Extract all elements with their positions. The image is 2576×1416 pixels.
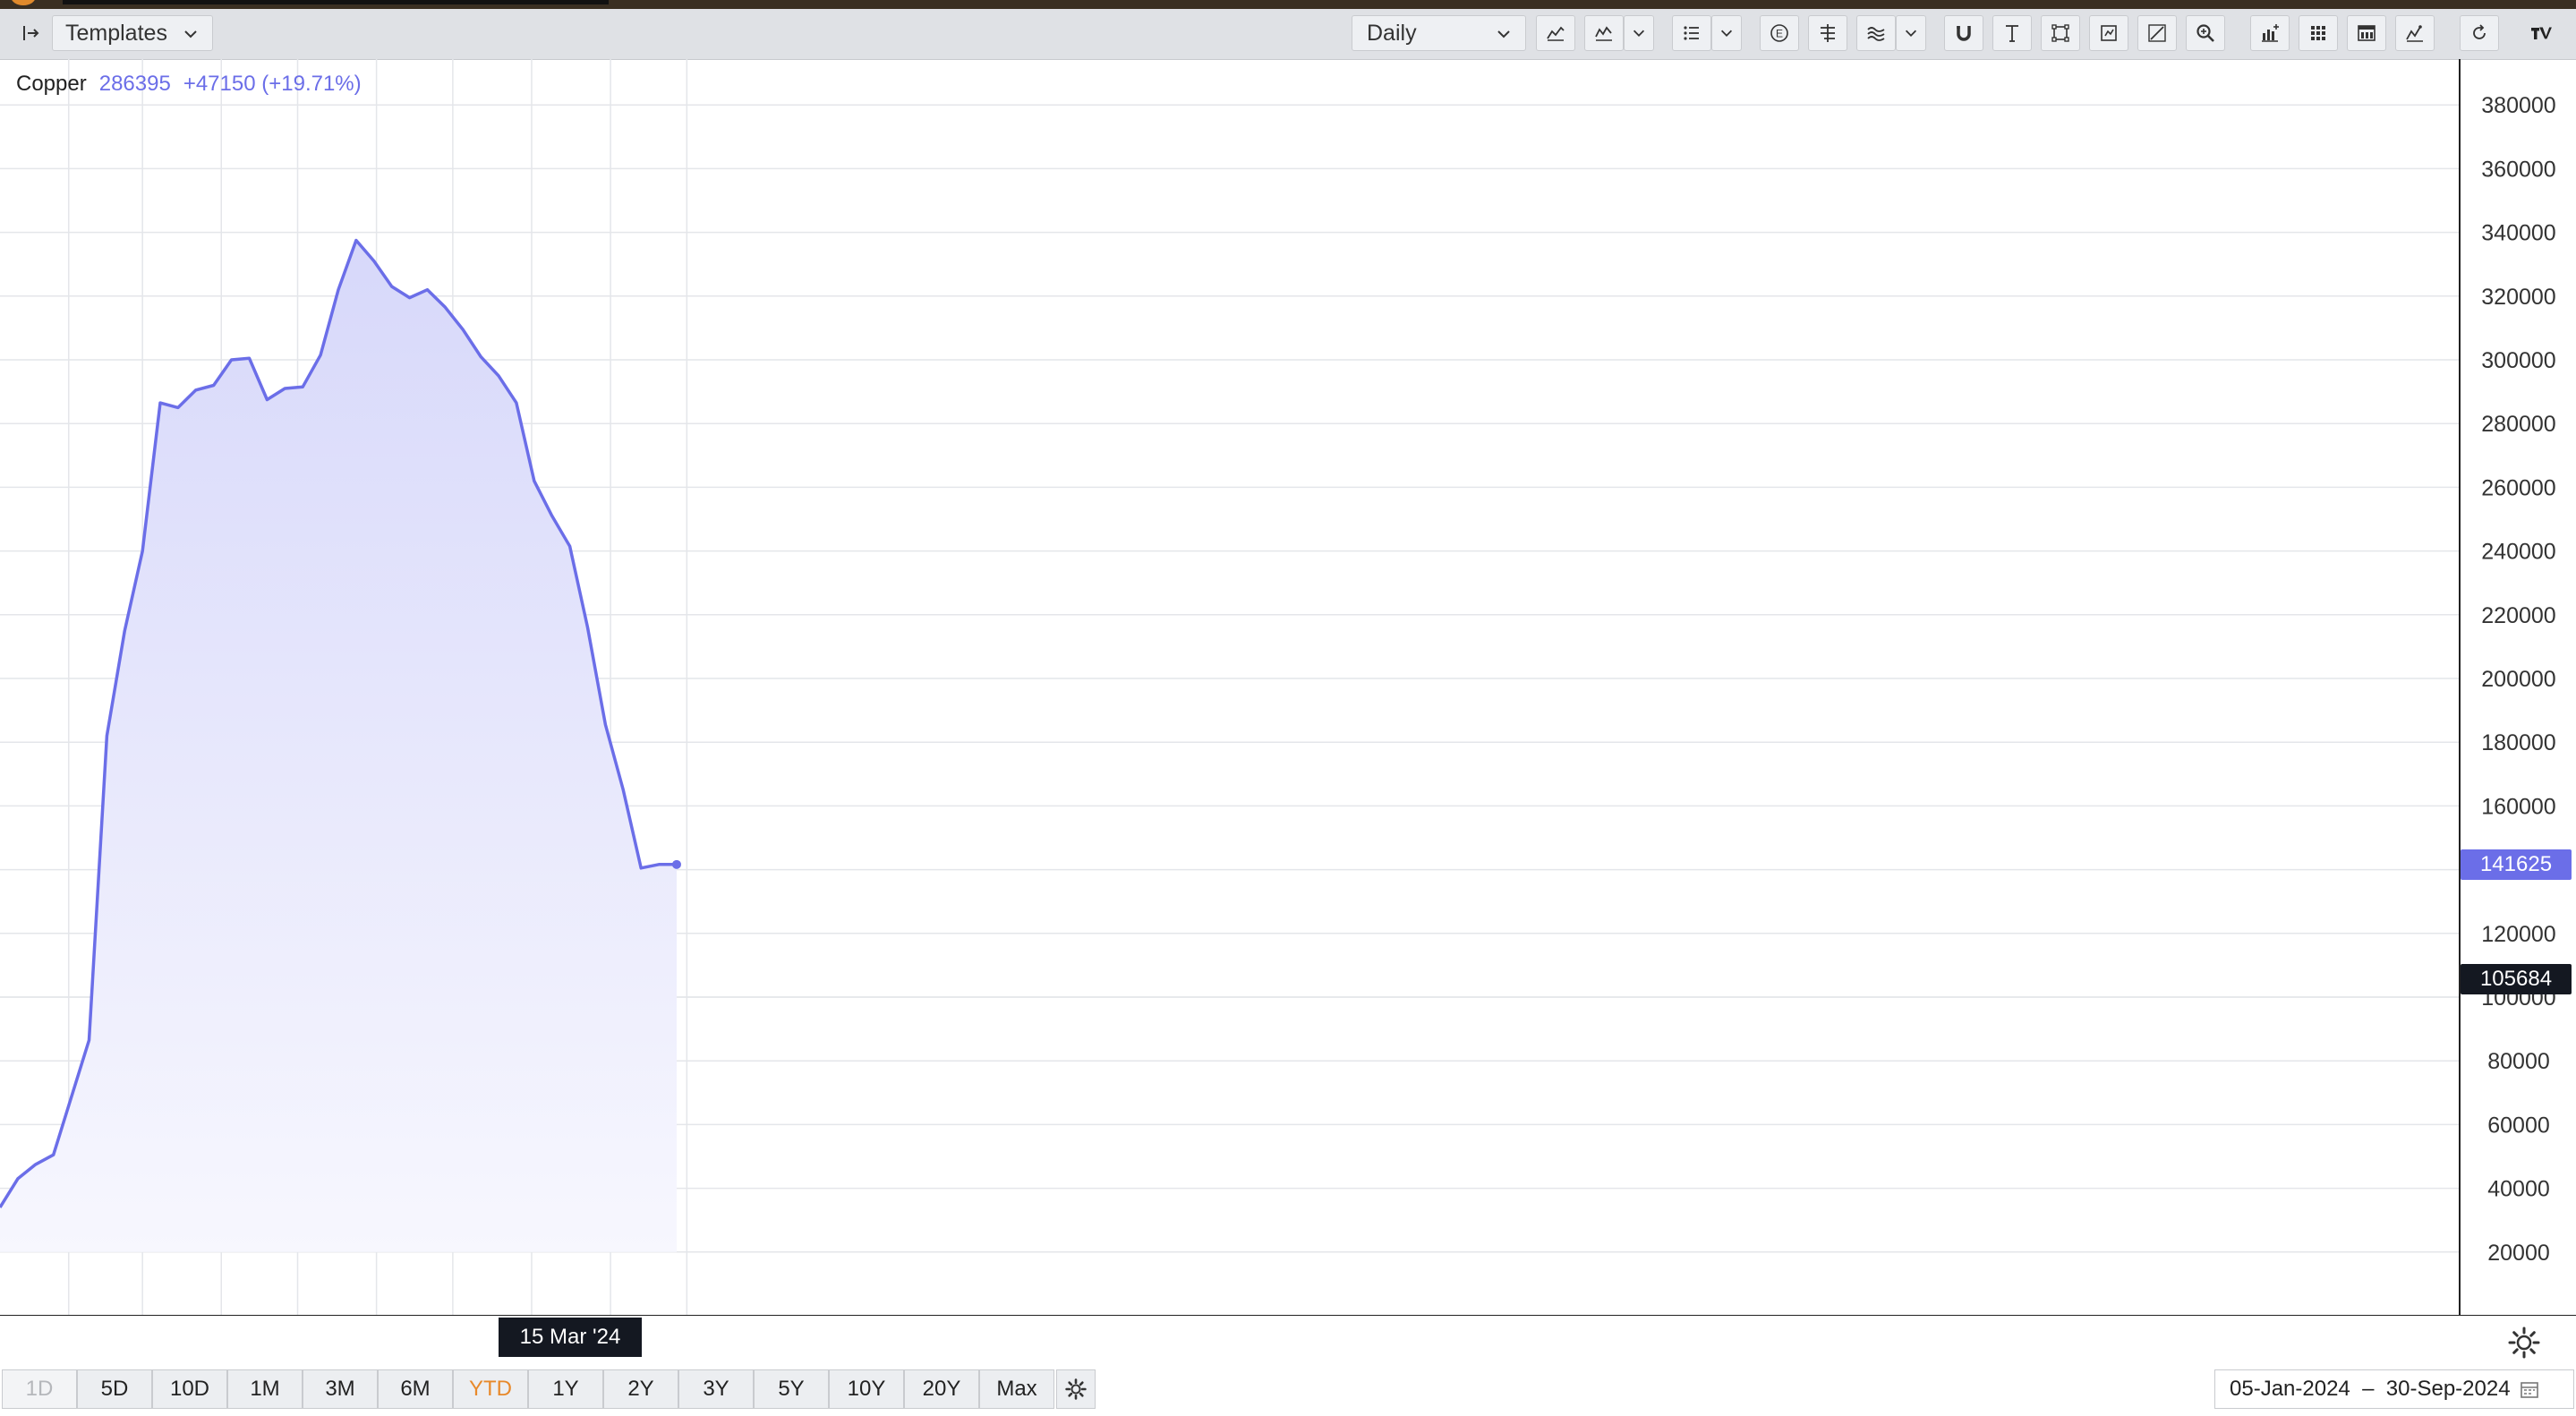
y-tick-label: 380000 [2481, 93, 2555, 118]
y-tick-label: 160000 [2481, 794, 2555, 819]
y-tick-label: 260000 [2481, 475, 2555, 500]
range-button-2y[interactable]: 2Y [603, 1369, 678, 1409]
interval-label: Daily [1367, 20, 1417, 46]
range-button-1y[interactable]: 1Y [528, 1369, 603, 1409]
zoom-icon[interactable] [2186, 15, 2225, 51]
calendar-icon [2520, 1382, 2538, 1398]
range-button-10y[interactable]: 10Y [829, 1369, 904, 1409]
y-tick-label: 120000 [2481, 922, 2555, 947]
top-strip-bar [63, 0, 609, 4]
chart-style-icon[interactable] [1536, 15, 1575, 51]
chart-legend: Copper 286395 +47150 (+19.71%) [16, 72, 362, 97]
brush-tool-icon[interactable] [2137, 15, 2177, 51]
legend-last-value: 286395 [98, 72, 171, 96]
y-tick-label: 360000 [2481, 157, 2555, 182]
legend-symbol: Copper [16, 72, 87, 96]
y-tick-label: 340000 [2481, 221, 2555, 246]
templates-label: Templates [65, 20, 167, 46]
y-tick-label: 240000 [2481, 540, 2555, 565]
chart-area[interactable]: 20000 40000 60000 80000 100000 120000 160000 18… [0, 59, 2576, 1316]
y-tick-label: 80000 [2487, 1049, 2550, 1074]
y-tick-label: 180000 [2481, 730, 2555, 755]
y-tick-label: 40000 [2487, 1177, 2550, 1202]
range-button-6m[interactable]: 6M [378, 1369, 453, 1409]
chevron-down-icon[interactable] [1711, 15, 1742, 51]
y-tick-label: 280000 [2481, 412, 2555, 437]
chevron-down-icon [1497, 30, 1510, 38]
range-button-20y[interactable]: 20Y [904, 1369, 979, 1409]
add-study-icon[interactable] [2250, 15, 2290, 51]
y-tick-label: 220000 [2481, 603, 2555, 628]
app-icon [11, 0, 36, 5]
text-tool-icon[interactable] [1992, 15, 2032, 51]
range-button-1d[interactable]: 1D [2, 1369, 77, 1409]
series-area-fill [0, 240, 677, 1252]
range-button-3m[interactable]: 3M [303, 1369, 378, 1409]
range-button-5y[interactable]: 5Y [754, 1369, 829, 1409]
svg-text:E: E [1776, 28, 1783, 40]
tradingview-logo-icon[interactable] [2517, 15, 2567, 51]
reset-icon[interactable] [2460, 15, 2499, 51]
chevron-down-icon[interactable] [1624, 15, 1654, 51]
collapse-panel-icon[interactable] [13, 15, 48, 51]
templates-button[interactable]: Templates [52, 15, 213, 51]
pattern-tool-icon[interactable] [2089, 15, 2128, 51]
last-point-marker [671, 859, 681, 869]
crosshair-price-tag: 105684 [2461, 963, 2572, 994]
last-price-tag: 141625 [2461, 849, 2572, 880]
chevron-down-icon[interactable] [1896, 15, 1926, 51]
crosshair-date-tag: 15 Mar '24 [499, 1318, 642, 1357]
range-button-10d[interactable]: 10D [152, 1369, 227, 1409]
y-tick-label: 200000 [2481, 667, 2555, 692]
range-button-ytd[interactable]: YTD [453, 1369, 528, 1409]
window-top-strip [0, 0, 2576, 9]
fullscreen-icon[interactable] [2395, 15, 2435, 51]
crosshair-measure-icon[interactable] [1808, 15, 1847, 51]
y-tick-label: 320000 [2481, 285, 2555, 310]
range-selector-bar: 1D 5D 10D 1M 3M 6M YTD 1Y 2Y 3Y 5Y 10Y 20Y Max 05-Jan… [0, 1366, 2576, 1416]
chevron-down-icon [184, 30, 197, 38]
shape-tool-icon[interactable] [2041, 15, 2080, 51]
events-icon[interactable]: E [1760, 15, 1799, 51]
range-settings-icon[interactable] [1056, 1369, 1096, 1409]
date-range-picker[interactable]: 05-Jan-2024 – 30-Sep-2024 [2214, 1369, 2574, 1409]
price-chart[interactable]: 2000040000600008000010000012000016000018… [0, 59, 2576, 1316]
compare-icon[interactable] [1584, 15, 1624, 51]
y-tick-label: 300000 [2481, 348, 2555, 373]
layout-icon[interactable] [2347, 15, 2386, 51]
range-button-3y[interactable]: 3Y [678, 1369, 754, 1409]
fibonacci-icon[interactable] [1856, 15, 1896, 51]
grid-icon[interactable] [2299, 15, 2338, 51]
range-button-max[interactable]: Max [979, 1369, 1054, 1409]
y-tick-label: 60000 [2487, 1113, 2550, 1138]
legend-change: +47150 (+19.71%) [183, 72, 362, 96]
chart-toolbar: Templates Daily E [0, 9, 2576, 60]
y-tick-label: 20000 [2487, 1241, 2550, 1266]
indicator-list-icon[interactable] [1672, 15, 1711, 51]
interval-select[interactable]: Daily [1352, 15, 1526, 51]
chart-settings-icon[interactable] [2506, 1325, 2542, 1361]
range-button-5d[interactable]: 5D [77, 1369, 152, 1409]
date-range-text: 05-Jan-2024 – 30-Sep-2024 [2230, 1377, 2511, 1401]
range-button-1m[interactable]: 1M [227, 1369, 303, 1409]
magnet-icon[interactable] [1944, 15, 1983, 51]
